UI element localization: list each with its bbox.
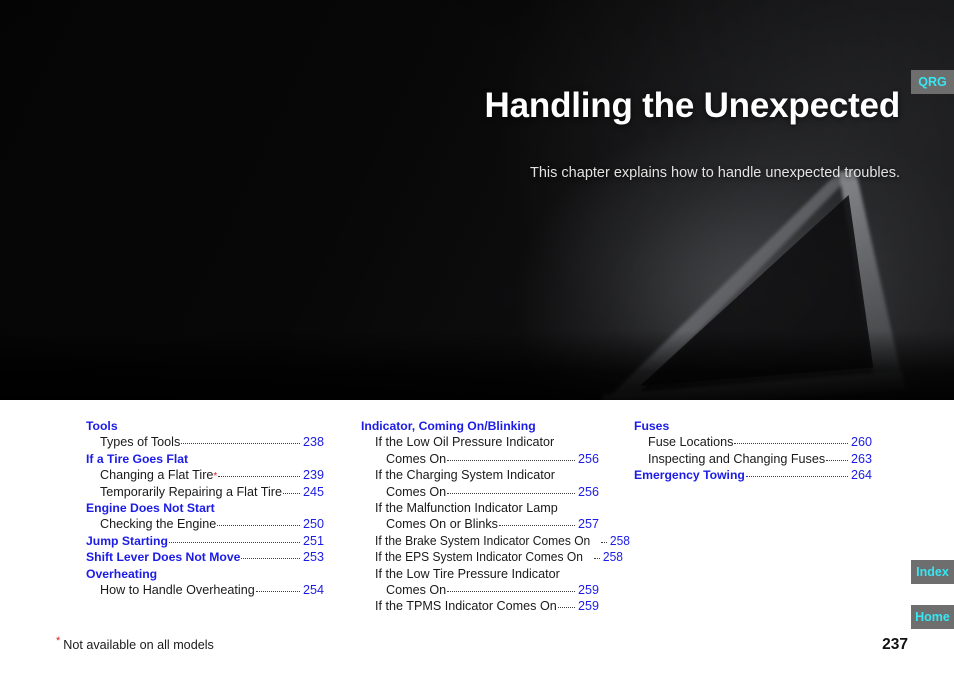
toc-entry-page-number: 260 [850,435,872,450]
toc-entry-page-number: 251 [302,533,324,548]
toc-group-heading: Tools [86,419,118,433]
toc-dot-leader [218,470,300,478]
manual-page: Handling the Unexpected This chapter exp… [0,0,954,674]
toc-entry-label: Shift Lever Does Not Move [86,550,241,565]
toc-entry-page-number: 259 [577,583,599,598]
toc-entry-page-number: 238 [302,435,324,450]
page-number: 237 [882,636,908,653]
toc-dot-leader [168,536,300,543]
toc-dot-leader [255,585,300,593]
toc-entry-label: How to Handle Overheating [100,583,255,598]
toc-group-heading: Overheating [86,566,158,581]
toc-entry-label: Comes On [386,451,447,466]
toc-entry[interactable]: Fuse Locations 260 [634,434,872,450]
toc-entry[interactable]: If the EPS System Indicator Comes On 258 [361,549,623,565]
hero-bottom-shadow [0,330,954,400]
toc-dot-leader [217,519,300,527]
toc-dot-leader [734,437,848,445]
toc-group-heading: Fuses [634,419,670,433]
toc-dot-leader [593,552,600,560]
toc-entry-page-number: 264 [850,468,872,483]
toc-dot-leader [181,437,300,445]
page-title: Handling the Unexpected [484,86,901,125]
footnote-asterisk-icon: * [56,634,61,647]
toc-entry-page-number: 259 [577,599,599,614]
toc-entry-label: Inspecting and Changing Fuses [648,451,826,466]
toc-column-2: Indicator, Coming On/Blinking If the Low … [361,418,630,615]
toc-entry-page-number: 263 [850,451,872,466]
toc-entry-wrapped-line: If the Low Tire Pressure Indicator [375,566,560,581]
toc-entry[interactable]: Jump Starting 251 [86,533,324,549]
tab-qrg[interactable]: QRG [911,70,954,94]
toc-entry[interactable]: Shift Lever Does Not Move 253 [86,549,324,565]
toc-dot-leader [601,536,608,543]
toc-entry-page-number: 239 [302,468,324,483]
footnote: * Not available on all models [56,634,214,652]
toc-entry-label: Changing a Flat Tire [100,468,214,483]
toc-entry-label: If the TPMS Indicator Comes On [375,599,557,614]
toc-entry[interactable]: Types of Tools 238 [86,434,324,450]
toc-dot-leader [498,519,575,527]
toc-column-3: Fuses Fuse Locations 260 Inspecting and Cha… [634,418,872,484]
toc-entry[interactable]: Comes On 256 [361,451,599,467]
toc-entry-label: Comes On [386,583,447,598]
toc-entry-label: Comes On or Blinks [386,517,498,532]
toc-entry[interactable]: Emergency Towing 264 [634,467,872,483]
toc-entry-label: Checking the Engine [100,517,217,532]
toc-entry[interactable]: Comes On 259 [361,582,599,598]
toc-entry[interactable]: Inspecting and Changing Fuses 263 [634,451,872,467]
page-subtitle: This chapter explains how to handle unex… [530,165,900,181]
toc-group-heading: Engine Does Not Start [86,501,215,516]
toc-entry-page-number: 254 [302,583,324,598]
toc-entry-page-number: 245 [302,484,324,499]
toc-column-1: Tools Types of Tools 238 If a Tire Goes Fla… [86,418,324,598]
toc-dot-leader [557,601,575,609]
toc-group-heading: If a Tire Goes Flat [86,451,189,466]
toc-entry[interactable]: Temporarily Repairing a Flat Tire 245 [86,484,324,500]
toc-entry-wrapped-line: If the Malfunction Indicator Lamp [375,501,558,516]
toc-entry-label: If the EPS System Indicator Comes On [375,550,583,565]
toc-group-heading: Indicator, Coming On/Blinking [361,419,536,433]
toc-entry-label: If the Brake System Indicator Comes On [375,533,591,548]
toc-dot-leader [826,454,848,461]
toc-dot-leader [447,585,575,593]
table-of-contents: Tools Types of Tools 238 If a Tire Goes Fla… [0,418,954,618]
toc-entry-page-number: 250 [302,517,324,532]
toc-dot-leader [447,487,575,494]
toc-dot-leader [241,552,300,560]
toc-entry-label: Comes On [386,484,447,499]
toc-entry[interactable]: Checking the Engine 250 [86,516,324,532]
toc-entry-page-number: 257 [577,517,599,532]
toc-entry[interactable]: Comes On 256 [361,484,599,500]
toc-entry-label: Temporarily Repairing a Flat Tire [100,484,282,499]
toc-entry-label: Jump Starting [86,533,168,548]
hero-banner: Handling the Unexpected This chapter exp… [0,0,954,400]
toc-entry[interactable]: Comes On or Blinks 257 [361,516,599,532]
toc-entry-label: Emergency Towing [634,468,745,483]
toc-entry-page-number: 258 [602,550,623,565]
toc-entry-label: Types of Tools [100,435,181,450]
toc-entry[interactable]: How to Handle Overheating 254 [86,582,324,598]
toc-dot-leader [745,470,848,478]
toc-entry[interactable]: If the Brake System Indicator Comes On 25… [361,533,630,549]
toc-entry-label: Fuse Locations [648,435,734,450]
toc-entry-page-number: 258 [610,533,631,548]
toc-entry-wrapped-line: If the Low Oil Pressure Indicator [375,435,555,450]
toc-entry[interactable]: Changing a Flat Tire * 239 [86,467,324,483]
toc-entry-page-number: 256 [577,451,599,466]
toc-dot-leader [447,454,575,461]
toc-entry-wrapped-line: If the Charging System Indicator [375,468,555,483]
toc-dot-leader [282,487,300,494]
toc-entry-page-number: 256 [577,484,599,499]
toc-entry-page-number: 253 [302,550,324,565]
toc-entry[interactable]: If the TPMS Indicator Comes On 259 [361,598,599,614]
footnote-text: Not available on all models [63,638,214,652]
